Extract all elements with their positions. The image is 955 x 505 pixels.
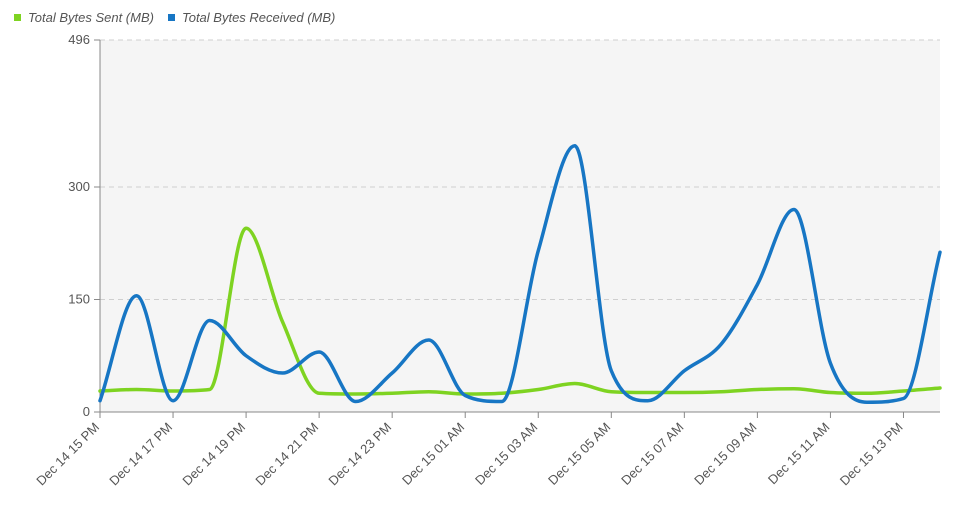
- x-tick-label-11: Dec 15 13 PM: [837, 420, 906, 489]
- x-tick-label-10: Dec 15 11 AM: [765, 420, 833, 488]
- x-tick-label-3: Dec 14 21 PM: [252, 420, 321, 489]
- line-chart: 0150300496 Dec 14 15 PM Dec 14 17 PM Dec 1…: [33, 32, 942, 489]
- x-tick-label-9: Dec 15 09 AM: [691, 420, 759, 488]
- x-tick-label-8: Dec 15 07 AM: [618, 420, 686, 488]
- x-axis-labels: Dec 14 15 PM Dec 14 17 PM Dec 14 19 PM Dec …: [33, 420, 905, 489]
- x-tick-label-0: Dec 14 15 PM: [33, 420, 102, 489]
- x-tick-label-1: Dec 14 17 PM: [106, 420, 175, 489]
- x-tick-label-4: Dec 14 23 PM: [325, 420, 394, 489]
- y-tick-label-0: 0: [83, 404, 90, 419]
- y-tick-label-3: 496: [68, 32, 90, 47]
- x-tick-label-5: Dec 15 01 AM: [399, 420, 467, 488]
- y-tick-label-2: 300: [68, 179, 90, 194]
- plot-background: [100, 40, 940, 412]
- y-tick-label-1: 150: [68, 292, 90, 307]
- x-tick-label-7: Dec 15 05 AM: [545, 420, 613, 488]
- y-axis-labels: 0 150 300 496: [68, 32, 90, 419]
- x-tick-label-2: Dec 14 19 PM: [179, 420, 248, 489]
- x-tick-label-6: Dec 15 03 AM: [472, 420, 540, 488]
